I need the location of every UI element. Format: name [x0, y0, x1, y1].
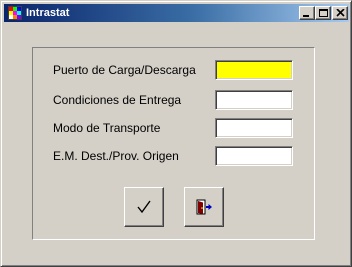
close-button[interactable]	[332, 6, 348, 20]
exit-door-icon	[196, 199, 212, 215]
puerto-carga-label: Puerto de Carga/Descarga	[53, 63, 196, 77]
condiciones-entrega-label: Condiciones de Entrega	[53, 93, 182, 107]
maximize-button[interactable]	[315, 6, 331, 20]
checkmark-icon	[137, 200, 151, 214]
minimize-button[interactable]	[299, 6, 315, 20]
exit-button[interactable]	[184, 187, 224, 227]
puerto-carga-input[interactable]	[215, 60, 293, 80]
minimize-icon	[303, 15, 309, 17]
em-dest-prov-origen-input[interactable]	[215, 146, 293, 166]
window-title: Intrastat	[26, 7, 70, 19]
em-dest-prov-origen-label: E.M. Dest./Prov. Origen	[53, 149, 179, 163]
condiciones-entrega-input[interactable]	[215, 90, 293, 110]
maximize-icon	[319, 9, 328, 17]
modo-transporte-input[interactable]	[215, 118, 293, 138]
ok-button[interactable]	[124, 187, 164, 227]
close-icon	[336, 9, 345, 17]
modo-transporte-label: Modo de Transporte	[53, 121, 161, 135]
app-icon[interactable]	[7, 5, 23, 21]
title-bar[interactable]: Intrastat	[4, 4, 349, 22]
intrastat-window: Intrastat Puerto de Carga/Descarga Condi…	[0, 0, 352, 267]
